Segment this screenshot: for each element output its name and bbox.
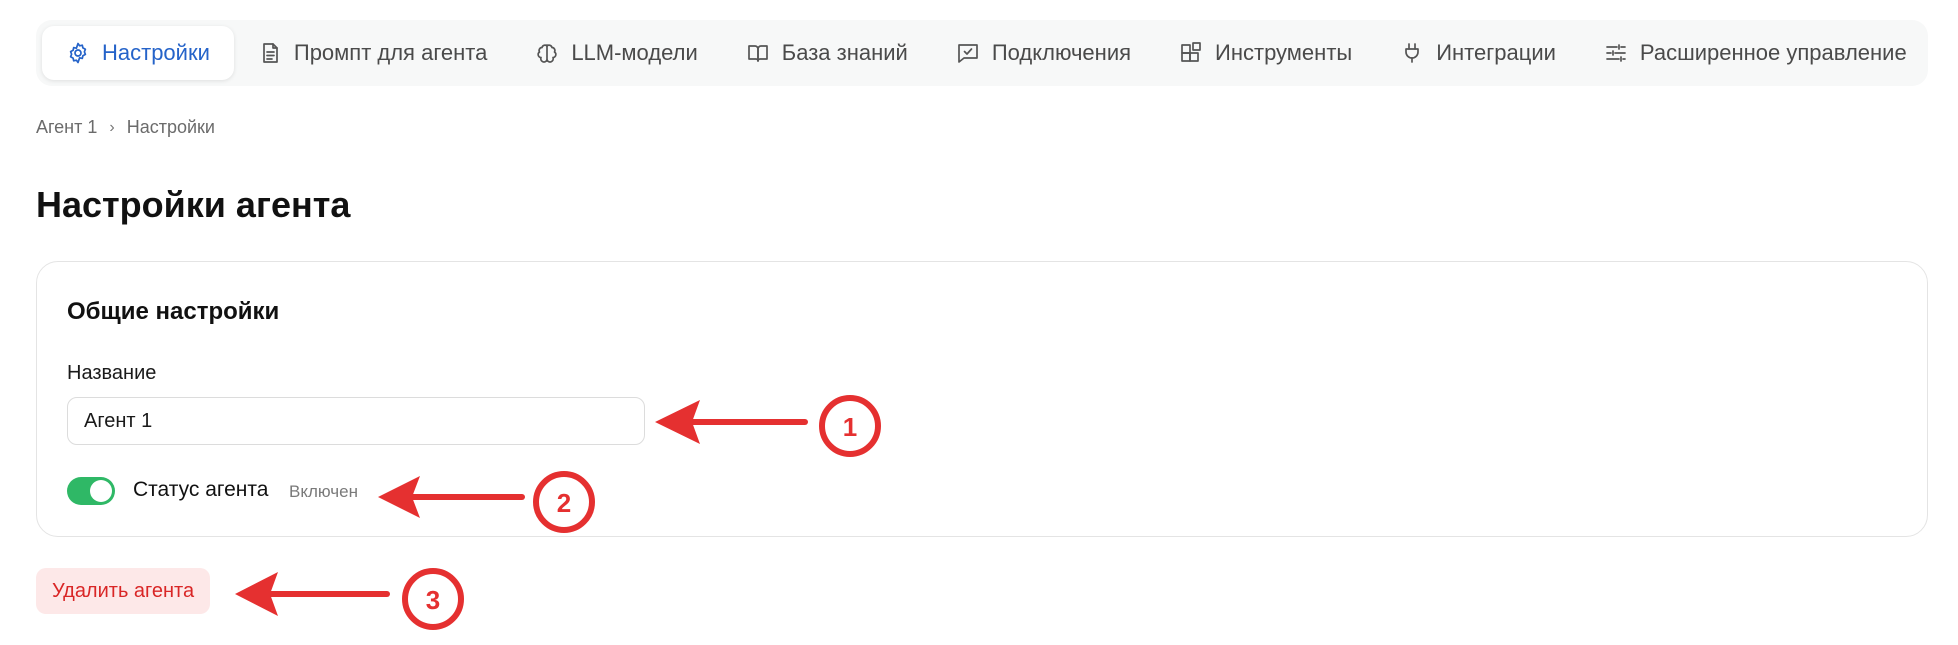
page-title: Настройки агента <box>36 184 351 225</box>
tab-tools[interactable]: Инструменты <box>1155 26 1376 80</box>
brain-icon <box>535 41 559 65</box>
delete-agent-button[interactable]: Удалить агента <box>36 568 211 614</box>
annotation-marker-3: 3 <box>426 585 440 615</box>
agent-name-input[interactable] <box>67 397 645 445</box>
tab-integrations[interactable]: Интеграции <box>1376 26 1580 80</box>
tab-label: Подключения <box>991 40 1132 65</box>
tab-knowledge-base[interactable]: База знаний <box>722 26 932 80</box>
gear-icon <box>66 41 90 65</box>
tab-label: Инструменты <box>1215 40 1353 65</box>
tab-connections[interactable]: Подключения <box>932 26 1155 80</box>
sliders-icon <box>1604 41 1628 65</box>
toggle-knob <box>90 480 112 502</box>
agent-status-toggle[interactable] <box>67 477 115 505</box>
tab-advanced-management[interactable]: Расширенное управление <box>1580 26 1931 80</box>
annotation-arrow-3: 3 <box>235 568 464 630</box>
breadcrumb-separator: › <box>109 118 115 136</box>
breadcrumb: Агент 1 › Настройки <box>36 117 215 138</box>
top-tab-bar: Настройки Промпт для агента LLM-модели Б… <box>36 20 1928 86</box>
tab-label: Промпт для агента <box>293 40 488 65</box>
tab-agent-prompt[interactable]: Промпт для агента <box>234 26 511 80</box>
general-settings-title: Общие настройки <box>67 298 280 325</box>
document-icon <box>258 41 282 65</box>
agent-settings-page: Настройки Промпт для агента LLM-модели Б… <box>0 0 1958 645</box>
tab-llm-models[interactable]: LLM-модели <box>511 26 721 80</box>
tab-label: Интеграции <box>1436 40 1556 65</box>
agent-status-label: Статус агента <box>133 478 269 501</box>
tab-label: Настройки <box>102 40 210 65</box>
blocks-icon <box>1179 41 1203 65</box>
book-icon <box>746 41 770 65</box>
tab-label: LLM-модели <box>571 40 698 65</box>
tab-label: Расширенное управление <box>1639 40 1907 65</box>
breadcrumb-current: Настройки <box>126 117 215 137</box>
breadcrumb-agent-link[interactable]: Агент 1 <box>36 117 97 138</box>
plug-icon <box>1400 41 1424 65</box>
general-settings-card: Общие настройки Название Статус агента В… <box>36 261 1928 537</box>
chat-check-icon <box>956 41 980 65</box>
agent-status-value: Включен <box>289 482 358 501</box>
name-field-label: Название <box>67 362 157 384</box>
tab-settings[interactable]: Настройки <box>42 26 234 80</box>
tab-label: База знаний <box>781 40 908 65</box>
